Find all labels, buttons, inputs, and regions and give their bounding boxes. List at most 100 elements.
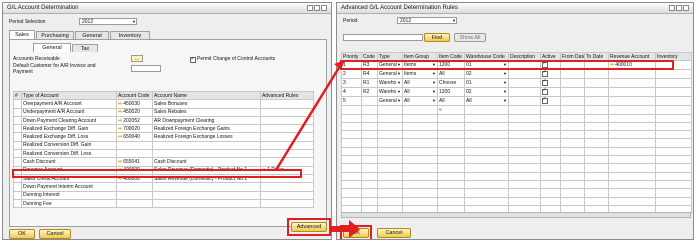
account-code-cell[interactable]: ⇨700020: [116, 124, 153, 134]
rule-code-cell[interactable]: R2: [361, 87, 378, 98]
advanced-rules-cell[interactable]: [260, 140, 314, 151]
advanced-rules-cell[interactable]: [260, 107, 314, 117]
item-code-cell[interactable]: «: [437, 105, 465, 115]
row-num-cell[interactable]: [13, 107, 22, 117]
account-code-cell[interactable]: [116, 140, 153, 151]
horizontal-scrollbar[interactable]: [341, 212, 691, 218]
account-name-cell[interactable]: Sales Rebates: [152, 107, 261, 117]
row-num-cell[interactable]: [13, 182, 22, 192]
advanced-rules-cell[interactable]: [260, 99, 314, 109]
chevron-down-icon[interactable]: ▼: [397, 71, 401, 77]
account-code-cell[interactable]: [116, 182, 153, 192]
row-num-cell[interactable]: [13, 157, 22, 167]
account-type-cell[interactable]: Realized Exchange Diff. Loss: [21, 132, 117, 142]
active-cell[interactable]: [540, 105, 561, 115]
link-arrow-icon[interactable]: ⇨: [118, 126, 122, 132]
rule-type-cell[interactable]: General ▼: [377, 96, 403, 107]
table-row[interactable]: Cash Discount ⇨655041 Cash Discount: [13, 157, 314, 167]
tab-sales[interactable]: Sales: [9, 30, 35, 39]
account-type-cell[interactable]: Realized Exchange Diff. Gain: [21, 124, 117, 134]
tab-general[interactable]: General: [75, 31, 109, 39]
row-num-cell[interactable]: [13, 99, 22, 109]
account-code-cell[interactable]: [116, 190, 153, 200]
tab-inventory[interactable]: Inventory: [110, 31, 150, 39]
account-type-cell[interactable]: Cash Discount: [21, 157, 117, 167]
account-code-cell[interactable]: ⇨450020: [116, 107, 153, 117]
rule-row[interactable]: 3 R1 Wareho ▼ All ▼ Choose 01 ▼: [341, 78, 692, 89]
account-type-cell[interactable]: Realized Conversion Diff. Gain: [21, 140, 117, 151]
to-date-cell[interactable]: [584, 87, 609, 98]
rule-row[interactable]: 2 R4 General ▼ Items ▼ All 02 ▼: [341, 69, 692, 80]
warehouse-code-cell[interactable]: [464, 105, 509, 115]
account-code-cell[interactable]: ⇨650040: [116, 132, 153, 142]
item-group-cell[interactable]: [402, 105, 438, 115]
priority-cell[interactable]: 5: [341, 96, 362, 107]
chevron-down-icon[interactable]: ▼: [397, 80, 401, 86]
chevron-down-icon[interactable]: ▼: [432, 80, 436, 86]
chevron-down-icon[interactable]: ▼: [432, 89, 436, 95]
account-name-cell[interactable]: Realized Foreign Exchange Gains: [152, 124, 261, 134]
chevron-down-icon[interactable]: ▼: [503, 71, 507, 77]
item-group-cell[interactable]: All ▼: [402, 87, 438, 98]
rule-type-cell[interactable]: General ▼: [377, 69, 403, 80]
account-type-cell[interactable]: Overpayment A/R Account: [21, 99, 117, 109]
account-name-cell[interactable]: [152, 140, 261, 151]
minimize-icon[interactable]: [307, 5, 313, 11]
account-name-cell[interactable]: [152, 149, 261, 159]
item-group-cell[interactable]: All ▼: [402, 96, 438, 107]
chevron-down-icon[interactable]: ▼: [503, 89, 507, 95]
to-date-cell[interactable]: [584, 78, 609, 89]
from-date-cell[interactable]: [560, 78, 585, 89]
advanced-rules-cell[interactable]: [260, 198, 314, 209]
default-customer-field[interactable]: [131, 65, 161, 72]
item-code-cell[interactable]: 1200: [437, 87, 465, 98]
description-cell[interactable]: [508, 87, 541, 98]
inventory-cell[interactable]: [655, 87, 692, 98]
chevron-down-icon[interactable]: ▼: [397, 98, 401, 104]
close-icon[interactable]: [321, 5, 327, 11]
description-cell[interactable]: [508, 105, 541, 115]
advanced-rules-cell[interactable]: [260, 190, 314, 200]
right-cancel-button[interactable]: Cancel: [377, 228, 411, 238]
rule-code-cell[interactable]: R4: [361, 69, 378, 80]
account-type-cell[interactable]: Down Payment Clearing Account: [21, 115, 117, 126]
link-arrow-icon[interactable]: ⇨: [118, 159, 122, 165]
rule-row[interactable]: «: [341, 105, 692, 115]
close-icon[interactable]: [683, 5, 689, 11]
item-group-cell[interactable]: All ▼: [402, 78, 438, 89]
rule-code-cell[interactable]: [361, 96, 378, 107]
chevron-down-icon[interactable]: ▼: [503, 98, 507, 104]
table-row[interactable]: Down Payment Interim Account: [13, 182, 314, 192]
row-num-cell[interactable]: [13, 140, 22, 151]
table-row[interactable]: Dunning Fee: [13, 198, 314, 209]
rule-code-cell[interactable]: [361, 105, 378, 115]
rule-row[interactable]: 5 General ▼ All ▼ All All ▼: [341, 96, 692, 107]
priority-cell[interactable]: 3: [341, 78, 362, 89]
account-code-cell[interactable]: ⇨450030: [116, 99, 153, 109]
from-date-cell[interactable]: [560, 96, 585, 107]
from-date-cell[interactable]: [560, 105, 585, 115]
inventory-cell[interactable]: [655, 105, 692, 115]
active-checkbox[interactable]: [542, 70, 548, 77]
left-cancel-button[interactable]: Cancel: [39, 229, 71, 239]
advanced-rules-cell[interactable]: [260, 115, 314, 126]
row-num-cell[interactable]: [13, 124, 22, 134]
inventory-cell[interactable]: [655, 69, 692, 80]
warehouse-code-cell[interactable]: All ▼: [464, 96, 509, 107]
link-arrow-icon[interactable]: ⇨: [118, 134, 122, 140]
account-name-cell[interactable]: Realized Foreign Exchange Losses: [152, 132, 261, 142]
warehouse-code-cell[interactable]: 02 ▼: [464, 87, 509, 98]
item-code-cell[interactable]: All: [437, 69, 465, 80]
row-num-cell[interactable]: [13, 149, 22, 159]
to-date-cell[interactable]: [584, 69, 609, 80]
description-cell[interactable]: [508, 69, 541, 80]
revenue-account-cell[interactable]: [608, 96, 656, 107]
row-num-cell[interactable]: [13, 115, 22, 126]
account-type-cell[interactable]: Down Payment Interim Account: [21, 182, 117, 192]
account-type-cell[interactable]: Underpayment A/R Account: [21, 107, 117, 117]
account-name-cell[interactable]: Cash Discount: [152, 157, 261, 167]
find-input[interactable]: [343, 34, 423, 41]
advanced-rules-cell[interactable]: [260, 124, 314, 134]
revenue-account-cell[interactable]: [608, 78, 656, 89]
account-code-cell[interactable]: ⇨202052: [116, 115, 153, 126]
